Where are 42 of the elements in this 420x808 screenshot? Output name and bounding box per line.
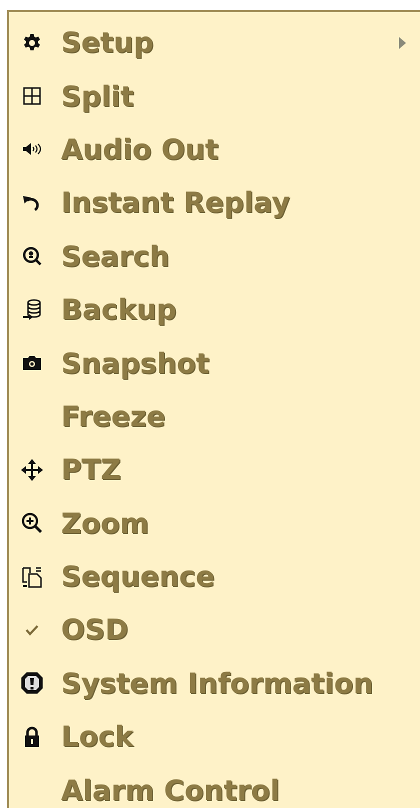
menu-item[interactable]: PTZ bbox=[9, 443, 420, 497]
menu-item-label: Lock bbox=[61, 720, 134, 754]
menu-item-label: System Information bbox=[61, 666, 374, 700]
menu-item[interactable]: Lock bbox=[9, 710, 420, 764]
menu-item[interactable]: Audio Out bbox=[9, 122, 420, 176]
move-icon bbox=[20, 458, 42, 481]
menu-item-label: Instant Replay bbox=[61, 186, 290, 220]
pages-icon bbox=[20, 566, 42, 588]
camera-icon bbox=[22, 355, 42, 372]
menu-item[interactable]: OSD bbox=[9, 603, 420, 657]
search-icon bbox=[22, 246, 42, 266]
menu-item-label: Split bbox=[61, 80, 134, 113]
menu-item-label: Zoom bbox=[61, 506, 149, 540]
lock-icon bbox=[22, 726, 40, 748]
zoom-icon bbox=[20, 512, 42, 534]
alert-icon bbox=[20, 672, 42, 694]
menu-item-label: Backup bbox=[61, 293, 176, 326]
menu-item-label: Alarm Control bbox=[61, 774, 280, 807]
speaker-icon bbox=[22, 142, 42, 156]
menu-item-label: Audio Out bbox=[61, 132, 218, 166]
menu-item[interactable]: Snapshot bbox=[9, 336, 420, 390]
menu-item[interactable]: System Information bbox=[9, 656, 420, 710]
menu-item-label: Snapshot bbox=[61, 346, 210, 380]
grid-icon bbox=[22, 86, 42, 106]
menu-item[interactable]: Search bbox=[9, 230, 420, 283]
database-icon bbox=[22, 298, 42, 321]
menu-item-label: Setup bbox=[61, 26, 154, 60]
menu-item[interactable]: Freeze bbox=[9, 390, 420, 444]
menu-item-label: Sequence bbox=[61, 560, 215, 594]
menu-item[interactable]: Setup bbox=[9, 16, 420, 70]
menu-item-label: OSD bbox=[61, 613, 128, 646]
menu-item[interactable]: Instant Replay bbox=[9, 176, 420, 230]
menu-item[interactable]: Split bbox=[9, 69, 420, 123]
menu-item[interactable]: Zoom bbox=[9, 496, 420, 550]
undo-icon bbox=[22, 194, 42, 212]
menu-item[interactable]: Alarm Control bbox=[9, 763, 420, 808]
menu-item[interactable]: Backup bbox=[9, 282, 420, 336]
menu-item-label: PTZ bbox=[61, 453, 121, 486]
gear-icon bbox=[22, 32, 42, 53]
menu-item[interactable]: Sequence bbox=[9, 550, 420, 604]
menu-item-label: Search bbox=[61, 240, 170, 273]
menu-item-label: Freeze bbox=[61, 400, 166, 433]
